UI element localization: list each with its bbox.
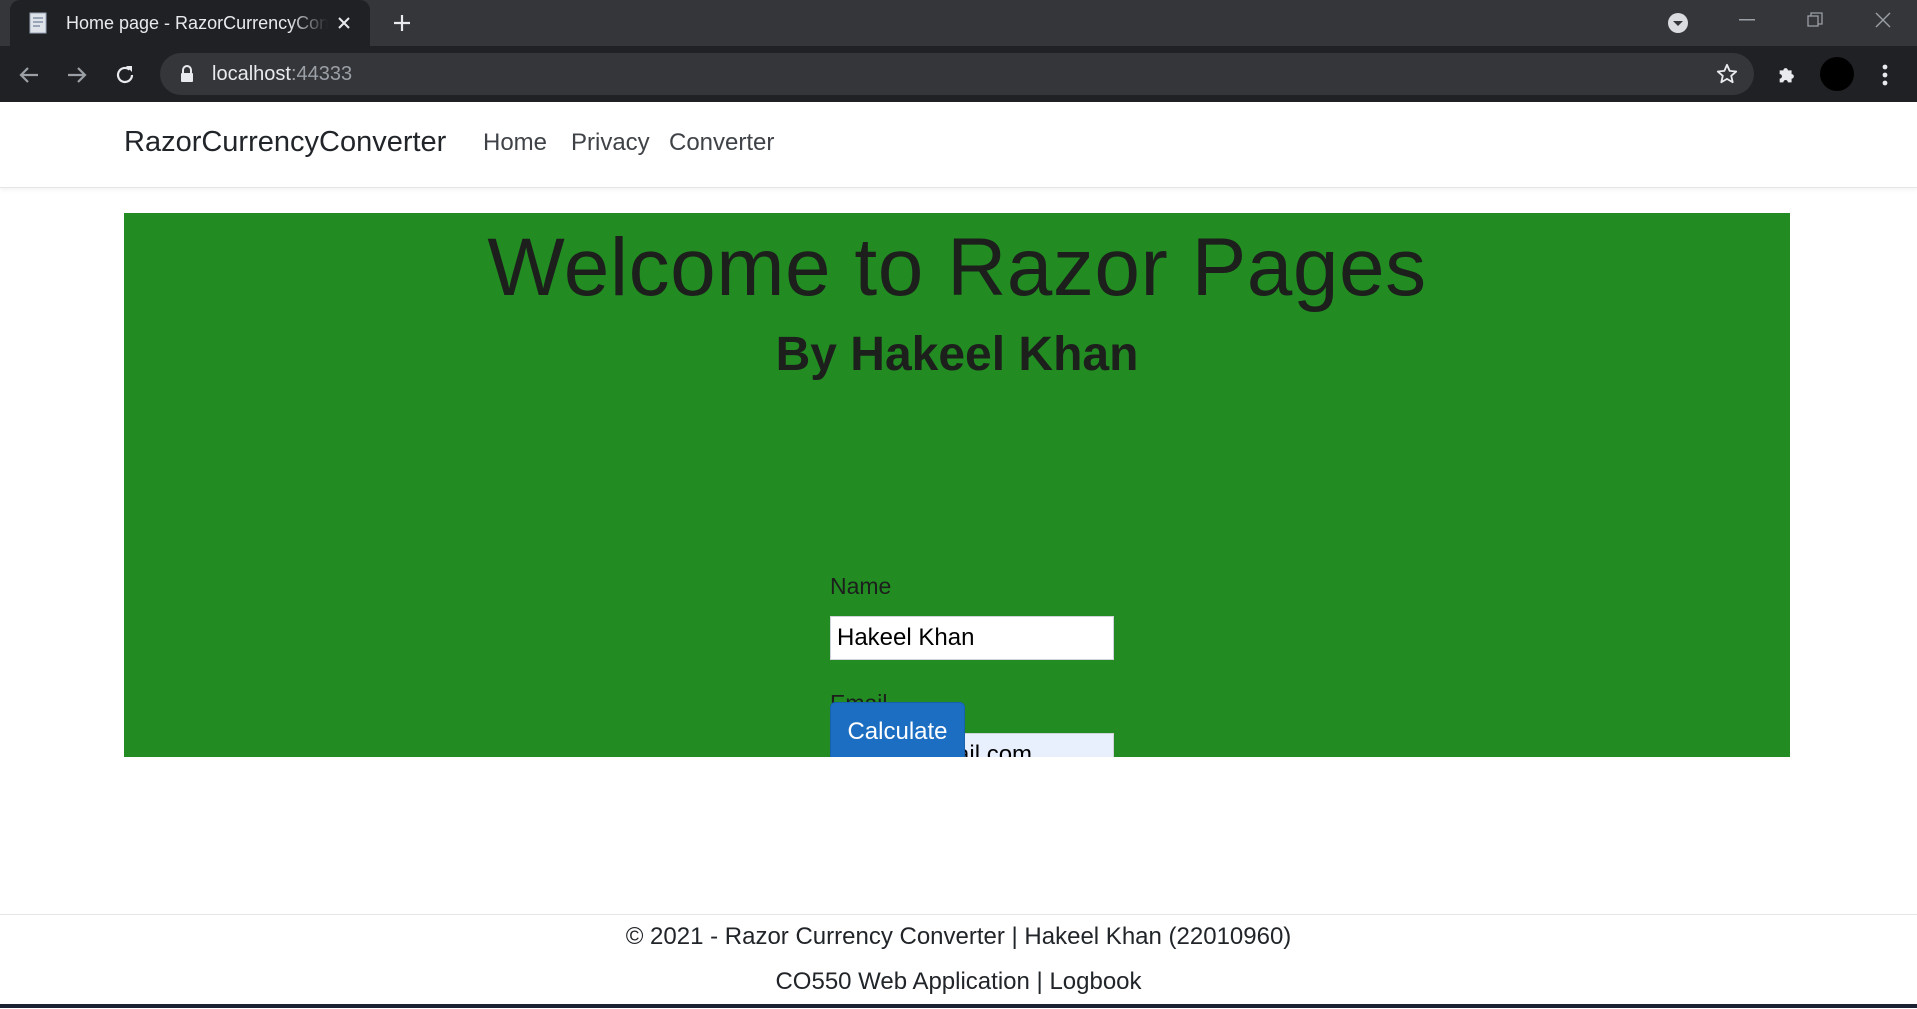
address-bar[interactable]: localhost:44333 [160, 53, 1754, 95]
name-input[interactable] [830, 616, 1114, 660]
tab-search-icon[interactable] [1664, 9, 1692, 37]
footer-link-webapp[interactable]: CO550 Web Application [775, 968, 1029, 995]
browser-tabstrip: Home page - RazorCurrencyConverter [0, 0, 1917, 46]
site-navbar: RazorCurrencyConverter Home Privacy Conv… [0, 102, 1917, 188]
url-host: localhost [212, 62, 291, 85]
close-window-icon[interactable] [1849, 0, 1917, 40]
url-port: :44333 [290, 62, 353, 85]
new-tab-icon[interactable] [388, 9, 416, 37]
bookmark-star-icon[interactable] [1714, 61, 1740, 87]
brand-link[interactable]: RazorCurrencyConverter [124, 126, 446, 159]
site-footer: © 2021 - Razor Currency Converter | Hake… [0, 914, 1917, 1009]
browser-toolbar: localhost:44333 [0, 46, 1917, 102]
url-text: localhost:44333 [212, 63, 352, 86]
reload-icon[interactable] [110, 60, 140, 90]
footer-separator: | [1036, 968, 1043, 995]
forward-arrow-icon[interactable] [62, 60, 92, 90]
lock-icon[interactable] [178, 64, 196, 84]
footer-copyright: © 2021 - Razor Currency Converter | Hake… [625, 923, 1292, 950]
profile-avatar[interactable] [1820, 57, 1854, 91]
browser-tab[interactable]: Home page - RazorCurrencyConverter [10, 0, 370, 46]
nav-link-home[interactable]: Home [483, 129, 547, 157]
welcome-jumbotron: Welcome to Razor Pages By Hakeel Khan Na… [124, 213, 1790, 757]
calculate-button[interactable]: Calculate [830, 702, 965, 757]
close-tab-icon[interactable] [332, 11, 356, 35]
footer-links: CO550 Web Application | Logbook [0, 968, 1917, 996]
taskbar-edge [0, 1004, 1917, 1008]
nav-link-privacy[interactable]: Privacy [571, 129, 650, 157]
page-icon [26, 11, 50, 35]
more-menu-icon[interactable] [1870, 60, 1900, 90]
page-content: RazorCurrencyConverter Home Privacy Conv… [0, 102, 1917, 1009]
footer-link-logbook[interactable]: Logbook [1049, 968, 1141, 995]
nav-link-converter[interactable]: Converter [669, 129, 774, 157]
back-arrow-icon[interactable] [14, 60, 44, 90]
page-title: Welcome to Razor Pages [487, 222, 1427, 313]
name-label: Name [830, 573, 892, 599]
extensions-puzzle-icon[interactable] [1772, 60, 1802, 90]
minimize-icon[interactable] [1713, 0, 1781, 40]
restore-icon[interactable] [1781, 0, 1849, 40]
tab-title: Home page - RazorCurrencyConverter [66, 12, 328, 33]
page-subtitle: By Hakeel Khan [775, 328, 1139, 381]
